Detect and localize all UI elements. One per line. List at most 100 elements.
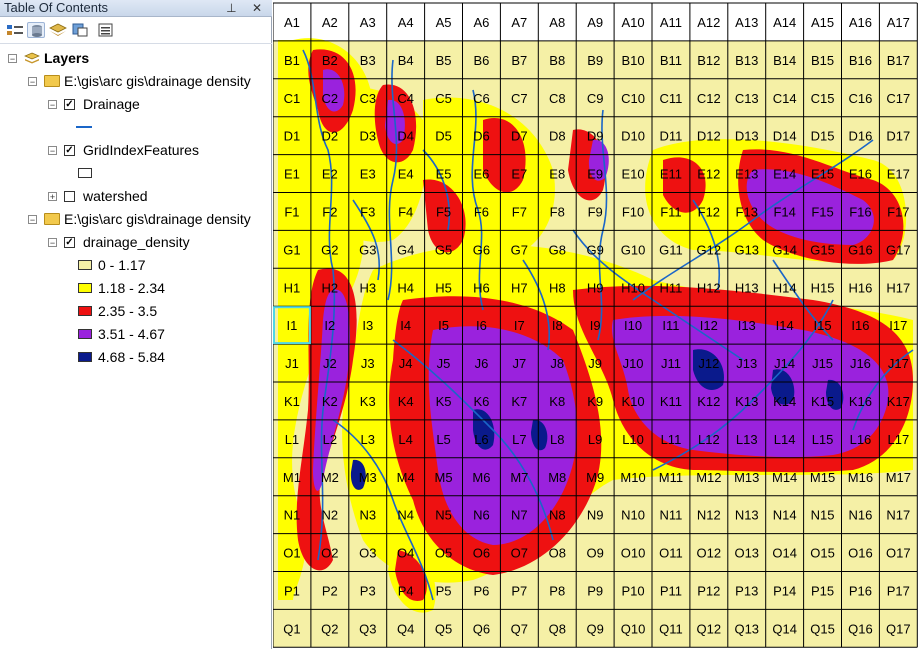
grid-cell-label: K16 [849,394,872,409]
grid-cell-label: A5 [436,15,452,30]
layer-row-watershed[interactable]: + watershed [0,186,272,206]
list-by-visibility-icon[interactable] [49,22,67,38]
grid-cell-label: O9 [586,546,603,561]
legend-swatch [78,352,92,362]
expand-layer-icon[interactable]: + [48,192,57,202]
group-path: E:\gis\arc gis\drainage density [64,211,251,227]
grid-cell-label: O17 [886,546,911,561]
layer-visibility-checkbox[interactable]: ✓ [64,237,75,248]
toc-title: Table Of Contents [4,0,109,15]
grid-cell-label: C1 [284,91,301,106]
grid-cell-label: F12 [698,204,720,219]
legend-row [0,162,272,182]
grid-cell-label: G7 [511,242,528,257]
grid-cell-label: O6 [473,546,490,561]
collapse-layer-icon[interactable]: − [48,100,57,110]
group-row[interactable]: − E:\gis\arc gis\drainage density [0,209,272,229]
map-view[interactable]: A1 A2 A3 A4 A5 A6 A7 A8 A9 A10 A11 A12 A13 A14 A15 A16 A… [273,0,918,649]
grid-cell-label: Q5 [435,621,452,636]
grid-cell-label: J13 [736,356,757,371]
grid-cell-label: D12 [697,129,721,144]
grid-cell-label: Q1 [283,621,300,636]
layer-row-gridindex[interactable]: − ✓ GridIndexFeatures [0,140,272,160]
grid-cell-label: A14 [773,15,796,30]
grid-cell-label: N1 [284,508,301,523]
options-icon[interactable] [97,22,115,38]
layers-root-row[interactable]: − Layers [0,48,272,68]
grid-cell-label: G9 [586,242,603,257]
grid-cell-label: N10 [621,508,645,523]
grid-cell-label: H1 [284,280,301,295]
grid-cell-label: E6 [473,167,489,182]
legend-class-row: 4.68 - 5.84 [0,347,272,367]
grid-cell-label: D9 [587,129,604,144]
grid-cell-label: I12 [700,318,718,333]
table-of-contents-panel: Table Of Contents ⊥ ✕ − Layers − E:\gis\… [0,0,272,649]
collapse-group-icon[interactable]: − [28,77,37,87]
grid-cell-label: L3 [361,432,375,447]
grid-cell-label: F15 [811,204,833,219]
grid-cell-label: B13 [735,53,758,68]
grid-cell-label: P5 [436,583,452,598]
layer-visibility-checkbox[interactable] [64,191,75,202]
legend-swatch [78,306,92,316]
grid-cell-label: I9 [590,318,601,333]
grid-cell-label: I1 [287,318,298,333]
layer-visibility-checkbox[interactable]: ✓ [64,145,75,156]
grid-cell-label: L1 [285,432,299,447]
window-buttons[interactable]: ⊥ ✕ [226,0,268,16]
grid-cell-label: N9 [587,508,604,523]
layer-row-drainage-density[interactable]: − ✓ drainage_density [0,232,272,252]
list-by-drawing-order-icon[interactable] [6,22,24,38]
collapse-layers-icon[interactable]: − [8,54,17,64]
grid-cell-label: P17 [887,583,910,598]
grid-cell-label: E9 [587,167,603,182]
grid-cell-label: C8 [549,91,566,106]
list-by-selection-icon[interactable] [71,22,89,38]
grid-cell-label: M4 [397,470,415,485]
grid-cell-label: O3 [359,546,376,561]
collapse-group-icon[interactable]: − [28,215,37,225]
grid-cell-label: E2 [322,167,338,182]
grid-cell-label: Q7 [511,621,528,636]
list-by-source-icon[interactable] [27,22,45,38]
grid-cell-label: B15 [811,53,834,68]
grid-cell-label: O2 [321,546,338,561]
collapse-layer-icon[interactable]: − [48,238,57,248]
group-path: E:\gis\arc gis\drainage density [64,73,251,89]
grid-cell-label: G15 [810,242,835,257]
grid-cell-label: M11 [659,470,683,485]
grid-cell-label: B11 [660,53,682,68]
grid-cell-label: C11 [660,91,683,106]
grid-cell-label: K14 [773,394,796,409]
grid-cell-label: I11 [662,318,679,333]
grid-cell-label: F14 [773,204,795,219]
grid-cell-label: C6 [473,91,490,106]
grid-cell-label: L7 [512,432,526,447]
grid-cell-label: E7 [511,167,527,182]
grid-cell-label: K12 [697,394,720,409]
layer-name: GridIndexFeatures [83,142,199,158]
group-row[interactable]: − E:\gis\arc gis\drainage density [0,71,272,91]
grid-cell-label: K1 [284,394,300,409]
grid-cell-label: F8 [550,204,565,219]
grid-cell-label: I3 [362,318,373,333]
grid-cell-label: E16 [849,167,872,182]
grid-cell-label: J4 [399,356,413,371]
layer-row-drainage[interactable]: − ✓ Drainage [0,94,272,114]
layer-name: Drainage [83,96,140,112]
grid-cell-label: G10 [621,242,646,257]
grid-cell-label: M9 [586,470,604,485]
grid-cell-label: D3 [359,129,376,144]
grid-cell-label: P2 [322,583,338,598]
grid-cell-label: J3 [361,356,375,371]
grid-cell-label: O10 [621,546,646,561]
grid-cell-label: H11 [660,280,683,295]
grid-cell-label: B3 [360,53,376,68]
grid-cell-label: K7 [511,394,527,409]
grid-cell-label: N3 [359,508,376,523]
map-canvas[interactable]: A1 A2 A3 A4 A5 A6 A7 A8 A9 A10 A11 A12 A13 A14 A15 A16 A… [273,0,918,649]
layer-visibility-checkbox[interactable]: ✓ [64,99,75,110]
grid-cell-label: F17 [887,204,909,219]
collapse-layer-icon[interactable]: − [48,146,57,156]
